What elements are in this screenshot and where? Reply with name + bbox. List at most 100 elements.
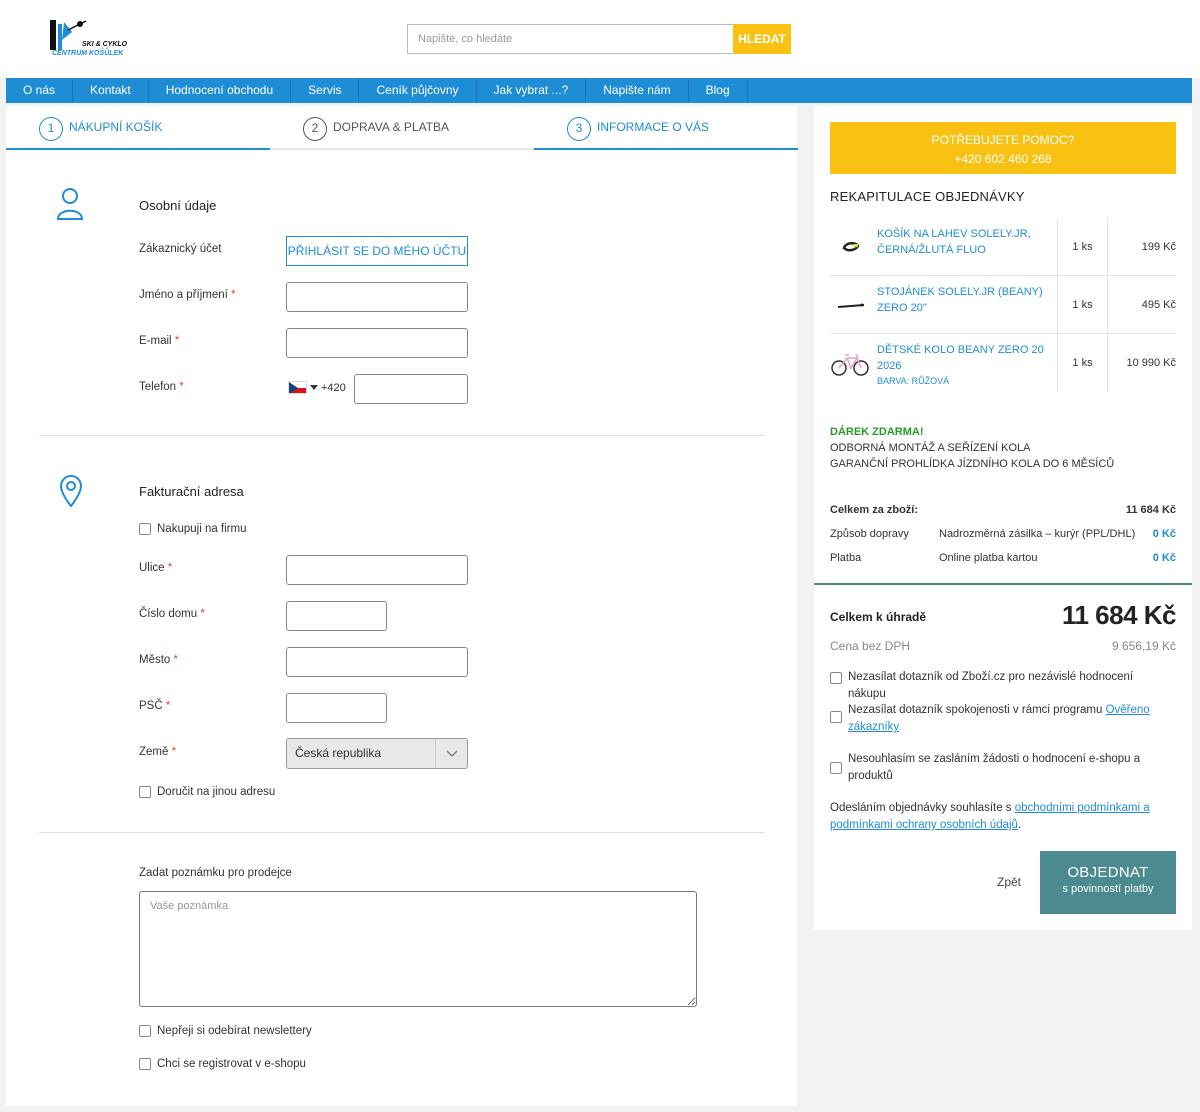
nav-item-servis[interactable]: Servis	[291, 78, 360, 103]
bottle-cage-image	[830, 230, 870, 264]
step-number: 1	[39, 117, 63, 141]
location-pin-icon	[58, 474, 86, 510]
step-shipping[interactable]: 2 DOPRAVA & PLATBA	[270, 106, 534, 150]
search-bar: HLEDAT	[407, 24, 791, 54]
nav-item-cenik[interactable]: Ceník půjčovny	[359, 78, 477, 103]
store-logo[interactable]: SKI & CYKLO CENTRUM KOŠŮLEK	[50, 18, 140, 58]
street-label: Ulice *	[139, 562, 173, 574]
phone-input[interactable]	[354, 374, 468, 404]
cart-item-name[interactable]: DĚTSKÉ KOLO BEANY ZERO 20 2026 BARVA: RŮ…	[877, 342, 1057, 388]
help-title: POTŘEBUJETE POMOC?	[931, 133, 1075, 147]
order-summary: POTŘEBUJETE POMOC? +420 602 460 268 REKA…	[814, 106, 1192, 930]
zbozi-consent-checkbox[interactable]: Nezasílat dotazník od Zboží.cz pro nezáv…	[830, 669, 1170, 703]
phone-label: Telefon *	[139, 381, 184, 393]
cart-item-qty: 1 ks	[1057, 276, 1108, 334]
checkbox[interactable]	[139, 523, 151, 535]
step-underline	[6, 148, 270, 150]
register-checkbox[interactable]: Chci se registrovat v e-shopu	[139, 1058, 306, 1070]
grand-total-value: 11 684 Kč	[1061, 600, 1177, 630]
gift-line: GARANČNÍ PROHLÍDKA JÍZDNÍHO KOLA DO 6 MĚ…	[830, 458, 1115, 470]
goods-total-label: Celkem za zboží:	[830, 504, 919, 516]
payment-row: Platba Online platba kartou 0 Kč	[830, 552, 1176, 568]
country-select[interactable]: Česká republika	[286, 738, 468, 769]
grand-total-label: Celkem k úhradě	[830, 610, 927, 624]
step-number: 3	[567, 117, 591, 141]
checkbox-label: Nesouhlasím se zasláním žádosti o hodnoc…	[848, 753, 1141, 782]
country-value: Česká republika	[295, 746, 382, 760]
nav-item-kontakt[interactable]: Kontakt	[73, 78, 149, 103]
help-phone[interactable]: +420 602 460 268	[830, 150, 1176, 169]
user-icon	[56, 186, 84, 222]
back-link[interactable]: Zpět	[997, 875, 1021, 889]
login-button[interactable]: PŘIHLÁSIT SE DO MÉHO ÚČTU	[286, 236, 468, 266]
checkbox[interactable]	[830, 711, 842, 723]
personal-title: Osobní údaje	[139, 198, 217, 213]
payment-method: Online platba kartou	[939, 552, 1038, 564]
checkout-steps: 1 NÁKUPNÍ KOŠÍK 2 DOPRAVA & PLATBA 3 INF…	[6, 106, 798, 150]
checkbox[interactable]	[830, 672, 842, 684]
street-input[interactable]	[286, 555, 468, 585]
site-header: SKI & CYKLO CENTRUM KOŠŮLEK HLEDAT	[0, 0, 1200, 78]
step-label: DOPRAVA & PLATBA	[333, 120, 450, 134]
city-input[interactable]	[286, 647, 468, 677]
step-cart[interactable]: 1 NÁKUPNÍ KOŠÍK	[6, 106, 270, 150]
nav-item-jak-vybrat[interactable]: Jak vybrat ...?	[477, 78, 587, 103]
payment-value: 0 Kč	[1152, 552, 1176, 564]
step-number: 2	[303, 117, 327, 141]
step-info[interactable]: 3 INFORMACE O VÁS	[534, 106, 798, 150]
bike-image	[830, 346, 870, 380]
company-checkbox[interactable]: Nakupuji na firmu	[139, 523, 246, 535]
nav-item-o-nas[interactable]: O nás	[6, 78, 74, 103]
checkbox[interactable]	[139, 1058, 151, 1070]
review-consent-checkbox[interactable]: Nesouhlasím se zasláním žádosti o hodnoc…	[830, 751, 1170, 785]
note-textarea[interactable]	[139, 891, 697, 1007]
house-number-input[interactable]	[286, 601, 387, 631]
other-address-checkbox[interactable]: Doručit na jinou adresu	[139, 786, 275, 798]
nav-item-napiste[interactable]: Napište nám	[586, 78, 689, 103]
cart-item: DĚTSKÉ KOLO BEANY ZERO 20 2026 BARVA: RŮ…	[830, 334, 1176, 392]
czech-flag-icon	[288, 381, 307, 394]
checkbox-label: Doručit na jinou adresu	[157, 786, 276, 798]
goods-total-value: 11 684 Kč	[1125, 504, 1176, 516]
shipping-label: Způsob dopravy	[830, 528, 909, 540]
nav-item-hodnoceni[interactable]: Hodnocení obchodu	[149, 78, 292, 103]
checkbox-label: Nezasílat dotazník od Zboží.cz pro nezáv…	[848, 671, 1134, 700]
kickstand-image	[830, 288, 870, 322]
name-label: Jméno a příjmení *	[139, 289, 236, 301]
vat-value: 9 656,19 Kč	[1111, 639, 1176, 653]
order-button[interactable]: OBJEDNAT s povinností platby	[1040, 851, 1176, 914]
checkbox[interactable]	[830, 762, 842, 774]
overeno-consent-checkbox[interactable]: Nezasílat dotazník spokojenosti v rámci …	[830, 702, 1170, 736]
name-input[interactable]	[286, 282, 468, 312]
search-button[interactable]: HLEDAT	[733, 24, 791, 54]
gift-info: DÁREK ZDARMA! ODBORNÁ MONTÁŽ A SEŘÍZENÍ …	[830, 424, 1114, 472]
checkbox-label: Nezasílat dotazník spokojenosti v rámci …	[848, 704, 1106, 716]
cart-item-name[interactable]: STOJÁNEK SOLELY.JR (BEANY) ZERO 20"	[877, 284, 1057, 316]
city-label: Město *	[139, 654, 179, 666]
summary-divider	[814, 583, 1192, 585]
cart-item-variant: BARVA: RŮŽOVÁ	[877, 376, 950, 386]
gift-title: DÁREK ZDARMA!	[830, 426, 924, 438]
phone-country-select[interactable]: +420	[288, 381, 346, 394]
order-button-sublabel: s povinností platby	[1062, 883, 1154, 895]
cart-items: KOŠÍK NA LAHEV SOLELY.JR, ČERNÁ/ŽLUTÁ FL…	[830, 218, 1176, 392]
checkbox[interactable]	[139, 786, 151, 798]
main-nav: O nás Kontakt Hodnocení obchodu Servis C…	[6, 78, 1192, 103]
step-underline	[534, 148, 798, 150]
help-banner[interactable]: POTŘEBUJETE POMOC? +420 602 460 268	[830, 122, 1176, 174]
email-input[interactable]	[286, 328, 468, 358]
billing-title: Fakturační adresa	[139, 484, 244, 499]
step-underline	[270, 148, 534, 150]
house-number-label: Číslo domu *	[139, 608, 205, 620]
cart-item-name[interactable]: KOŠÍK NA LAHEV SOLELY.JR, ČERNÁ/ŽLUTÁ FL…	[877, 226, 1057, 258]
zip-input[interactable]	[286, 693, 387, 723]
newsletter-checkbox[interactable]: Nepřeji si odebírat newslettery	[139, 1025, 312, 1037]
step-label: NÁKUPNÍ KOŠÍK	[69, 120, 163, 134]
chevron-down-icon	[435, 739, 467, 768]
search-input[interactable]	[407, 24, 733, 54]
goods-total-row: Celkem za zboží: 11 684 Kč	[830, 504, 1176, 520]
summary-title: REKAPITULACE OBJEDNÁVKY	[830, 189, 1025, 204]
cart-item-qty: 1 ks	[1057, 218, 1108, 276]
checkbox[interactable]	[139, 1025, 151, 1037]
nav-item-blog[interactable]: Blog	[689, 78, 748, 103]
